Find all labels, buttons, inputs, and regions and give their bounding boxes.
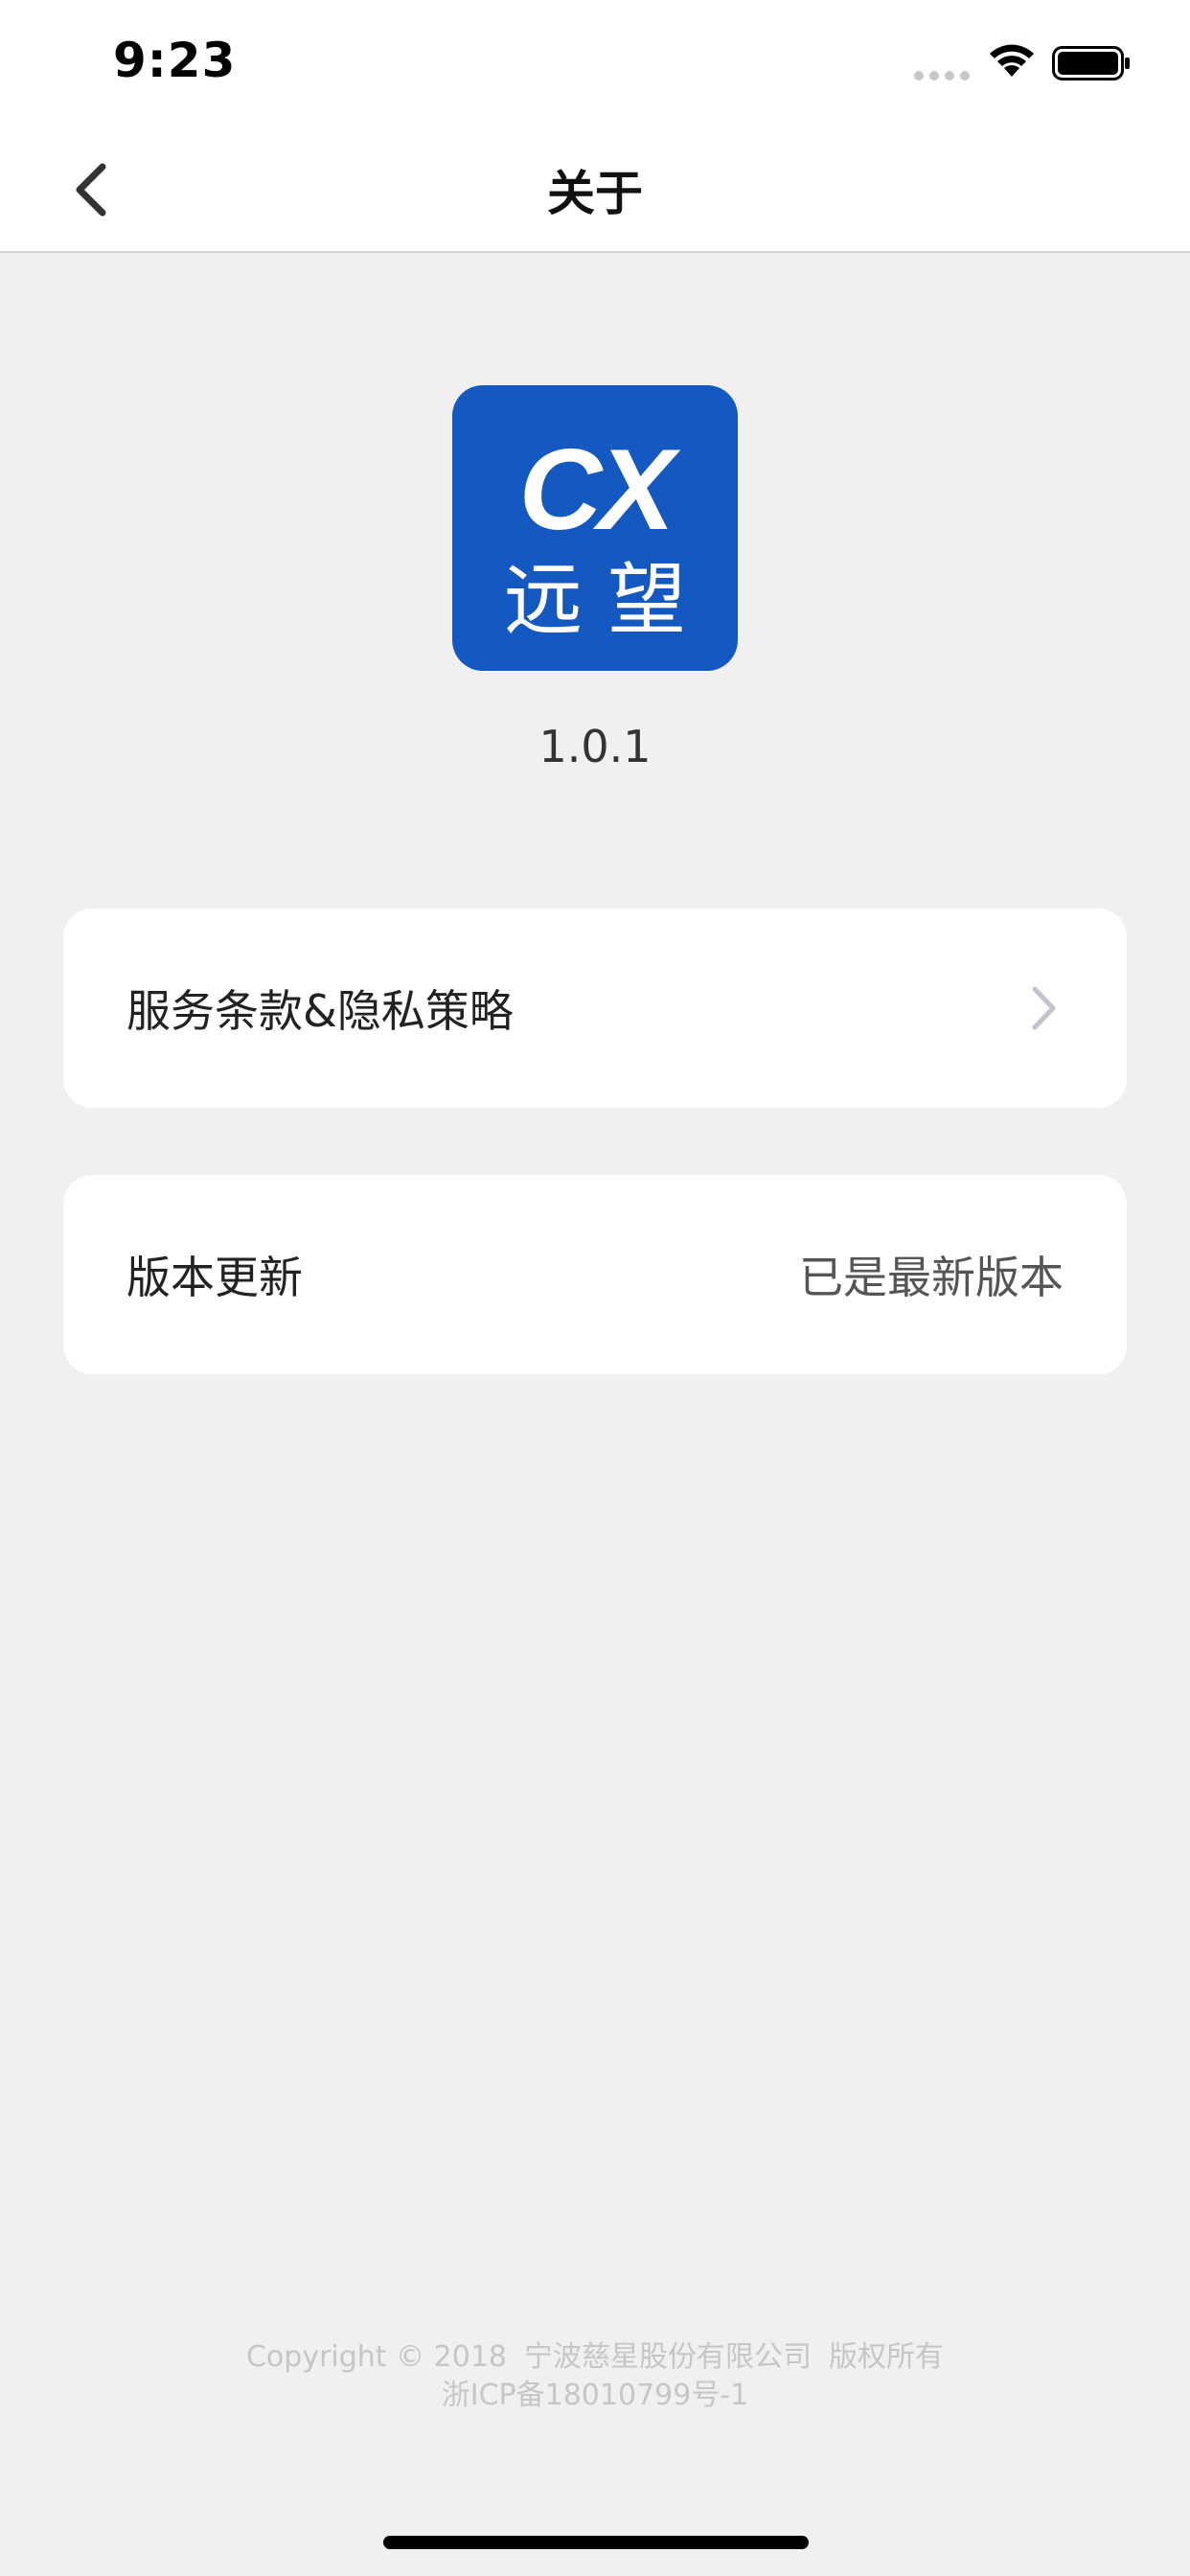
home-indicator	[383, 2536, 809, 2549]
page-title: 关于	[547, 166, 643, 221]
version-update-status: 已是最新版本	[799, 1252, 1064, 1303]
version-update-label: 版本更新	[126, 1252, 303, 1303]
app-version: 1.0.1	[538, 721, 652, 772]
footer-company: 宁波慈星股份有限公司	[524, 2340, 812, 2374]
status-bar: 9:23	[0, 0, 1190, 126]
logo-text-bottom: 远 望	[504, 555, 686, 646]
nav-bar: 关于	[0, 126, 1190, 253]
footer-icp: 浙ICP备18010799号-1	[441, 2379, 749, 2412]
signal-dots-icon	[914, 71, 970, 80]
footer-copyright: Copyright © 2018	[245, 2340, 507, 2374]
terms-privacy-label: 服务条款&隐私策略	[126, 985, 514, 1037]
battery-icon	[1052, 46, 1130, 80]
wifi-icon	[990, 44, 1034, 77]
app-logo: CX 远 望	[452, 385, 738, 671]
footer-rights: 版权所有	[829, 2340, 944, 2374]
version-update-item[interactable]: 版本更新 已是最新版本	[63, 1175, 1127, 1374]
logo-text-top: CX	[519, 426, 682, 554]
chevron-right-icon	[1032, 986, 1056, 1030]
terms-privacy-item[interactable]: 服务条款&隐私策略	[63, 908, 1127, 1108]
status-time: 9:23	[113, 33, 237, 88]
footer: Copyright © 2018 宁波慈星股份有限公司 版权所有 浙ICP备1801…	[0, 2338, 1190, 2415]
